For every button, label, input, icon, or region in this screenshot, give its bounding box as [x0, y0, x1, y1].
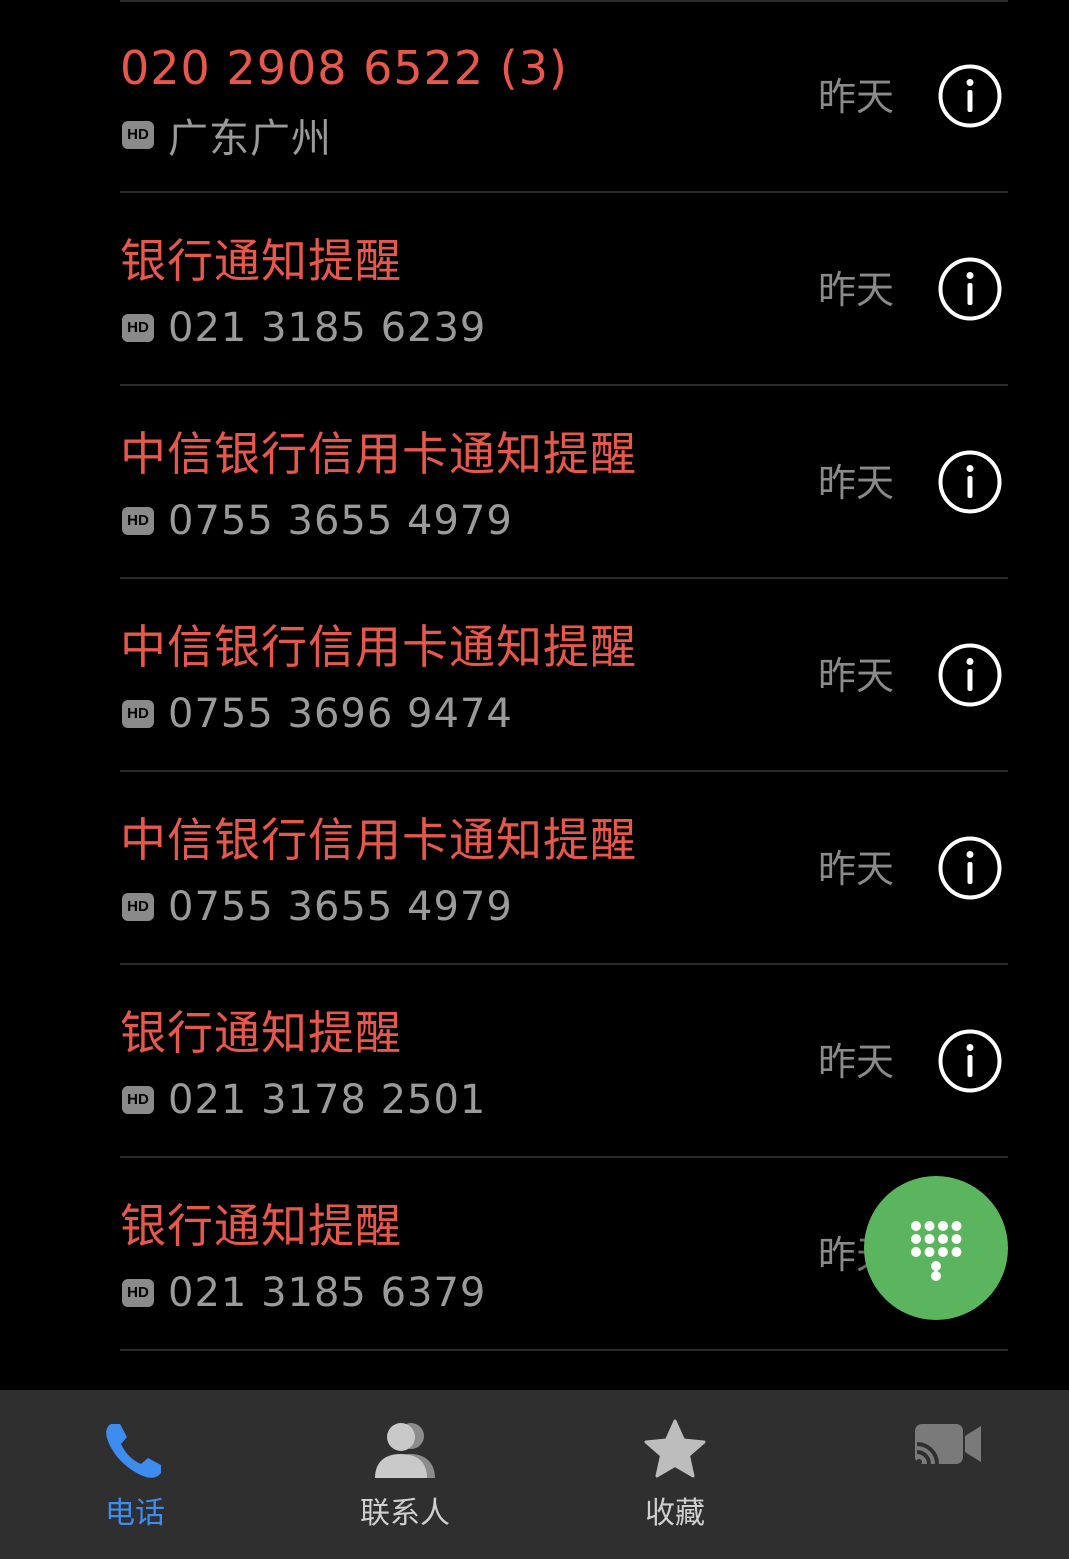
hd-badge: HD — [122, 700, 154, 728]
bottom-navigation: 电话 联系人 收藏 — [0, 1390, 1069, 1559]
tab-label: 联系人 — [360, 1496, 450, 1531]
star-icon — [644, 1419, 706, 1478]
contacts-icon — [375, 1423, 435, 1478]
video-call-icon — [915, 1424, 981, 1465]
call-log-row[interactable]: 银行通知提醒 HD 021 3178 2501 昨天 — [0, 965, 1069, 1158]
caller-number: 0755 3655 4979 — [168, 498, 513, 544]
info-icon[interactable] — [938, 1029, 1002, 1093]
call-subtitle: HD 021 3185 6379 — [122, 1268, 486, 1318]
hd-badge: HD — [122, 1279, 154, 1307]
tab-phone[interactable]: 电话 — [35, 1390, 235, 1559]
call-subtitle: HD 广东广州 — [122, 110, 332, 162]
call-date: 昨天 — [818, 268, 895, 312]
dialpad-icon — [911, 1221, 962, 1281]
call-subtitle: HD 0755 3655 4979 — [122, 882, 513, 932]
caller-location: 广东广州 — [168, 116, 332, 162]
caller-number: 021 3185 6239 — [168, 305, 487, 351]
call-date: 昨天 — [818, 1040, 895, 1084]
tab-video-call[interactable] — [845, 1390, 1045, 1559]
caller-name: 中信银行信用卡通知提醒 — [120, 813, 637, 867]
caller-name: 银行通知提醒 — [120, 234, 402, 288]
call-date: 昨天 — [818, 461, 895, 505]
info-icon[interactable] — [938, 643, 1002, 707]
call-log-row[interactable]: 中信银行信用卡通知提醒 HD 0755 3655 4979 昨天 — [0, 772, 1069, 965]
phone-icon — [106, 1424, 161, 1478]
caller-name: 银行通知提醒 — [120, 1006, 402, 1060]
tab-contacts[interactable]: 联系人 — [305, 1390, 505, 1559]
call-subtitle: HD 0755 3655 4979 — [122, 496, 513, 546]
tab-label: 收藏 — [645, 1496, 705, 1531]
caller-number: 0755 3696 9474 — [168, 691, 513, 737]
call-log-row[interactable]: 中信银行信用卡通知提醒 HD 0755 3696 9474 昨天 — [0, 579, 1069, 772]
call-date: 昨天 — [818, 75, 895, 119]
hd-badge: HD — [122, 507, 154, 535]
call-log-row[interactable]: 银行通知提醒 HD 021 3185 6239 昨天 — [0, 193, 1069, 386]
caller-name: 中信银行信用卡通知提醒 — [120, 427, 637, 481]
tab-favorites[interactable]: 收藏 — [575, 1390, 775, 1559]
divider — [120, 1349, 1008, 1351]
caller-name: 020 2908 6522 (3) — [120, 41, 568, 95]
info-icon[interactable] — [938, 257, 1002, 321]
tab-label: 电话 — [105, 1496, 165, 1531]
hd-badge: HD — [122, 893, 154, 921]
info-icon[interactable] — [938, 836, 1002, 900]
info-icon[interactable] — [938, 64, 1002, 128]
caller-number: 0755 3655 4979 — [168, 884, 513, 930]
call-date: 昨天 — [818, 654, 895, 698]
caller-name: 中信银行信用卡通知提醒 — [120, 620, 637, 674]
hd-badge: HD — [122, 1086, 154, 1114]
call-log-row[interactable]: 中信银行信用卡通知提醒 HD 0755 3655 4979 昨天 — [0, 386, 1069, 579]
call-subtitle: HD 0755 3696 9474 — [122, 689, 513, 739]
info-icon[interactable] — [938, 450, 1002, 514]
call-subtitle: HD 021 3178 2501 — [122, 1075, 486, 1125]
call-log-row[interactable]: 020 2908 6522 (3) HD 广东广州 昨天 — [0, 0, 1069, 193]
caller-number: 021 3178 2501 — [168, 1077, 487, 1123]
caller-number: 021 3185 6379 — [168, 1270, 487, 1316]
call-subtitle: HD 021 3185 6239 — [122, 303, 486, 353]
hd-badge: HD — [122, 314, 154, 342]
caller-name: 银行通知提醒 — [120, 1199, 402, 1253]
call-date: 昨天 — [818, 847, 895, 891]
dialpad-button[interactable] — [864, 1176, 1008, 1320]
hd-badge: HD — [122, 121, 154, 149]
